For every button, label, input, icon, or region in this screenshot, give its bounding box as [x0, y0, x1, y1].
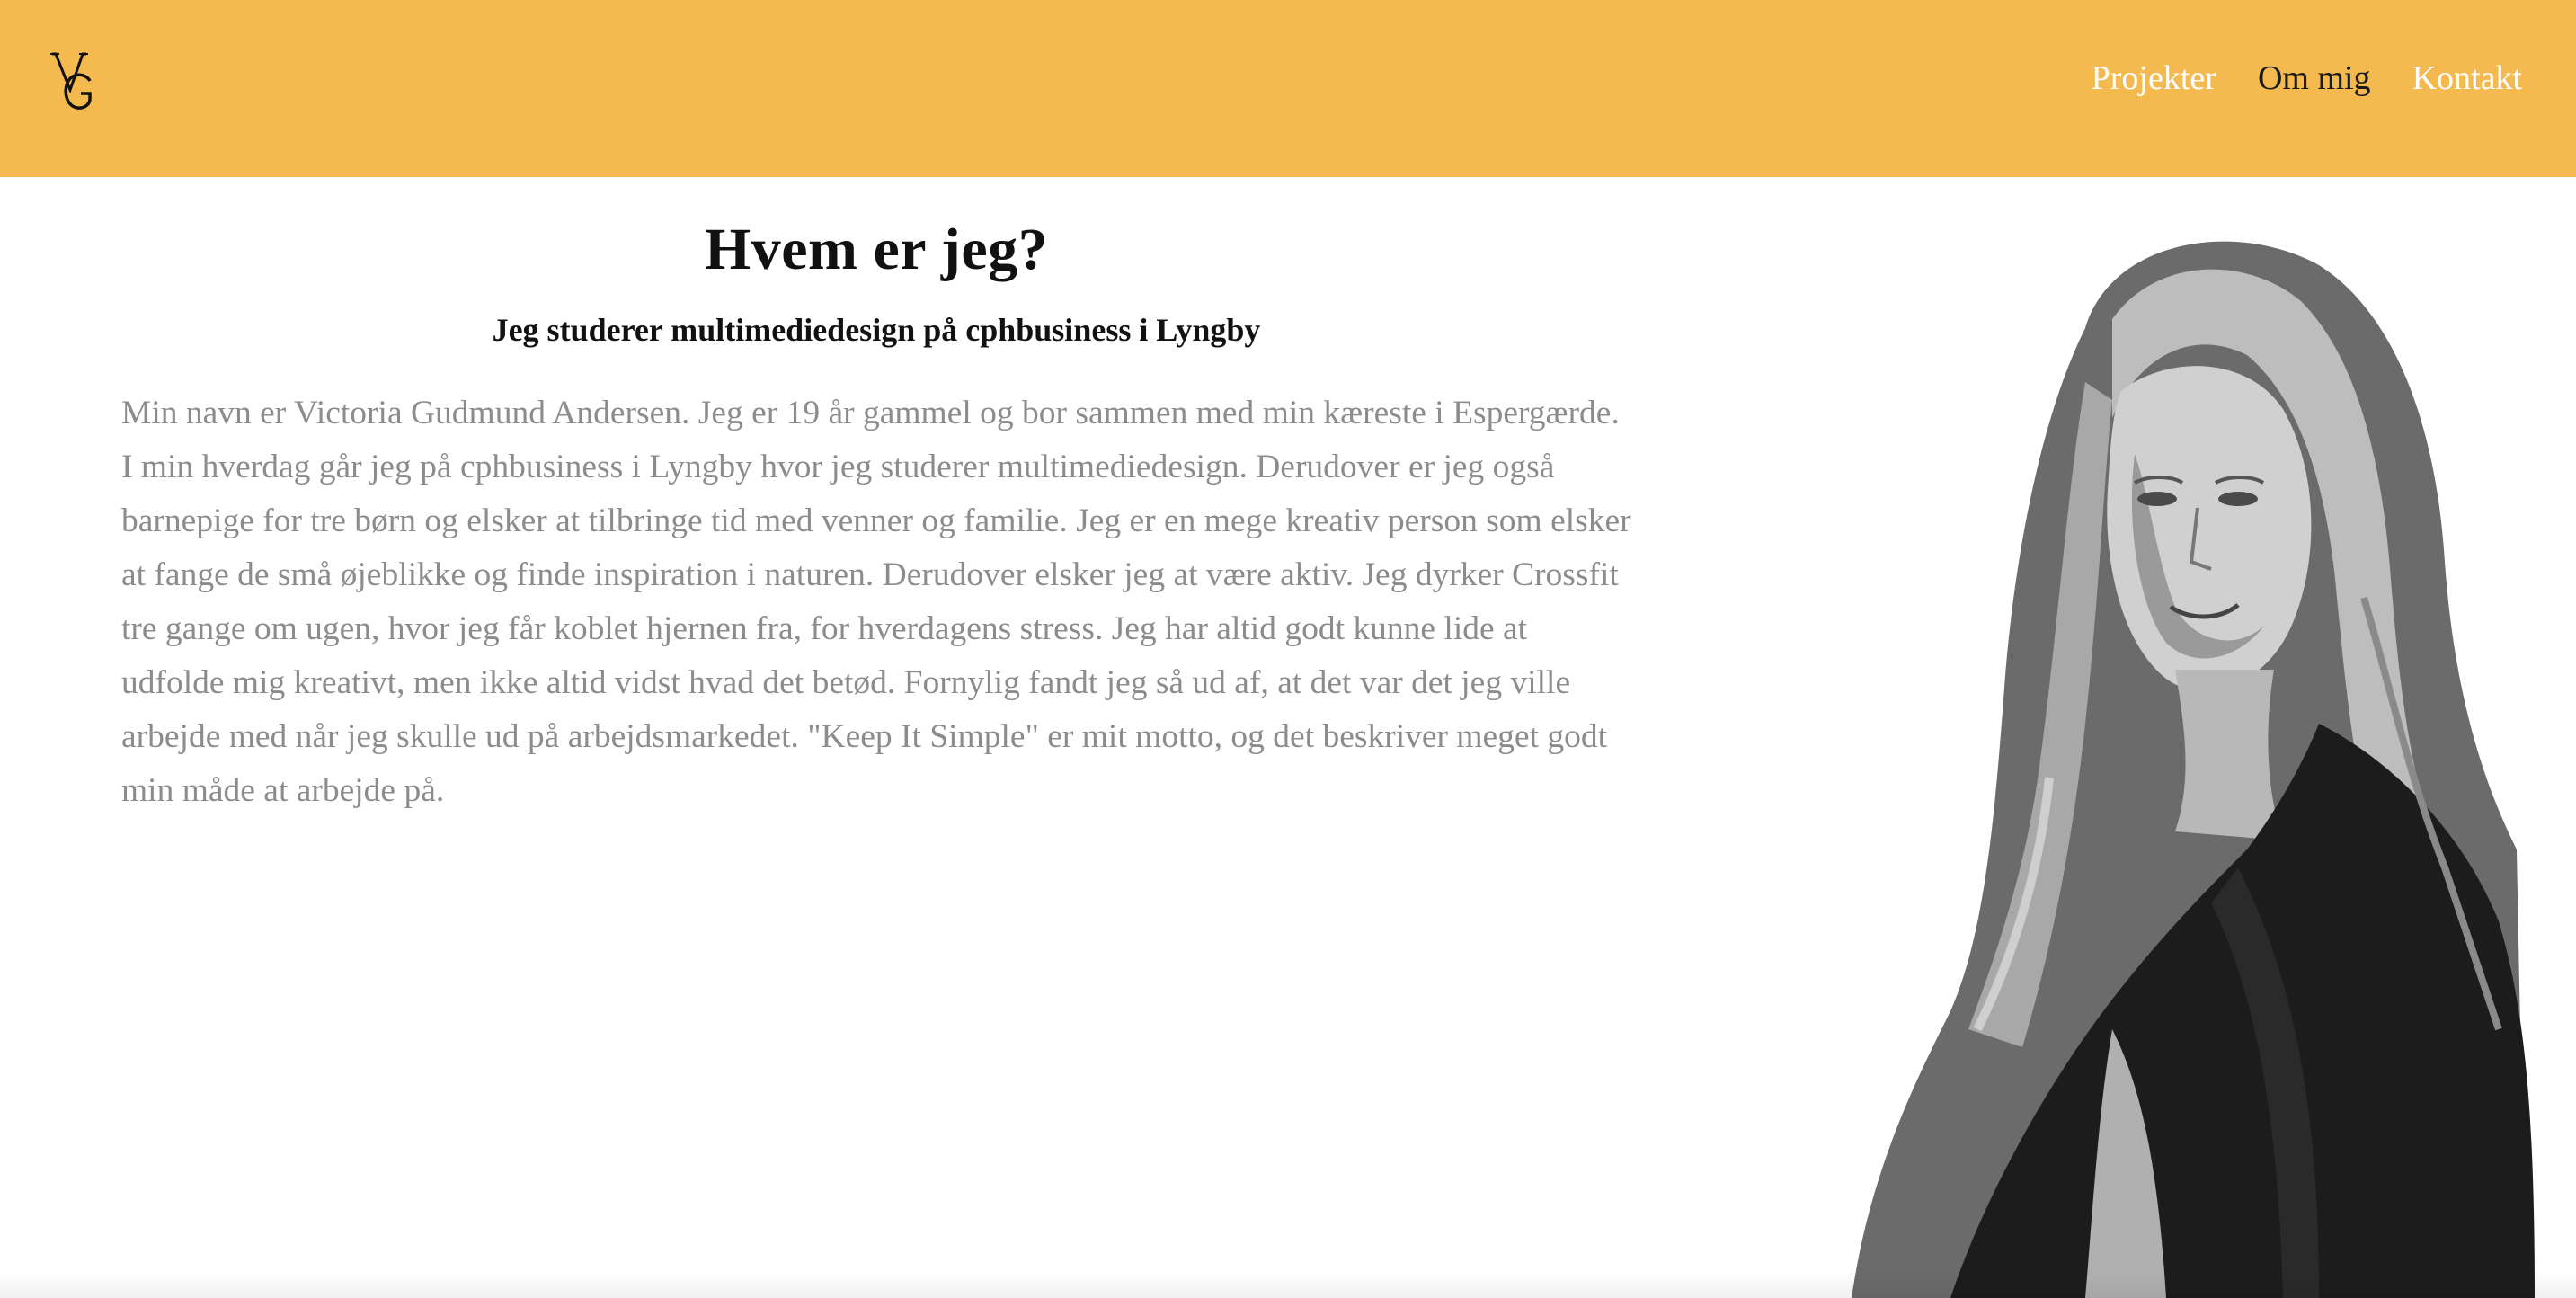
nav-link-projekter[interactable]: Projekter: [2092, 56, 2216, 101]
about-section: Hvem er jeg? Jeg studerer multimediedesi…: [121, 205, 1631, 818]
site-header: Projekter Om mig Kontakt: [0, 0, 2576, 177]
page: Projekter Om mig Kontakt Hvem er jeg? Je…: [0, 0, 2576, 1298]
main-nav: Projekter Om mig Kontakt: [2092, 56, 2522, 101]
about-paragraph: Min navn er Victoria Gudmund Andersen. J…: [121, 395, 1631, 809]
nav-link-kontakt[interactable]: Kontakt: [2412, 56, 2522, 101]
nav-link-om-mig[interactable]: Om mig: [2258, 56, 2371, 101]
page-subtitle: Jeg studerer multimediedesign på cphbusi…: [492, 312, 1261, 348]
vg-logo-icon[interactable]: [50, 50, 101, 113]
page-title: Hvem er jeg?: [704, 217, 1049, 282]
portrait-photo-icon: [1816, 220, 2553, 1298]
